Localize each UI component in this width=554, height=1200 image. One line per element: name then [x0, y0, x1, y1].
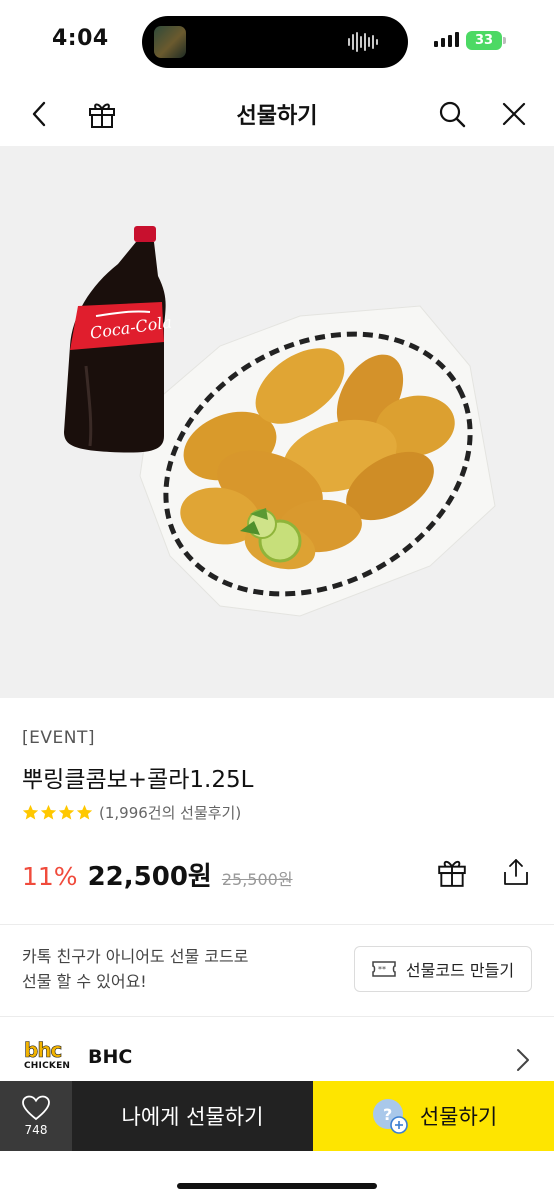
review-count[interactable]: (1,996건의 선물후기)	[99, 802, 241, 823]
status-time: 4:04	[52, 26, 109, 51]
brand-row[interactable]: bhc CHICKEN BHC	[0, 1028, 554, 1080]
gift-icon	[438, 860, 466, 887]
cola-bottle: Coca-Cola	[64, 226, 173, 453]
search-icon	[439, 101, 466, 128]
star-icon	[58, 804, 75, 820]
divider	[0, 1016, 554, 1017]
rating-stars	[22, 804, 93, 821]
gift-to-myself-button[interactable]: 나에게 선물하기	[72, 1081, 313, 1151]
battery-tip	[503, 37, 506, 44]
brand-name: BHC	[88, 1046, 133, 1068]
product-photo-illustration: Coca-Cola	[64, 226, 496, 617]
svg-text:?: ?	[383, 1105, 392, 1124]
cellular-signal-icon	[434, 32, 459, 47]
share-icon	[504, 859, 528, 885]
now-playing-thumbnail	[154, 26, 186, 58]
bottom-action-bar: 748 나에게 선물하기 ? 선물하기	[0, 1081, 554, 1151]
ticket-icon: **	[372, 961, 396, 977]
page-title: 선물하기	[236, 104, 318, 129]
divider	[0, 924, 554, 925]
top-navigation: 선물하기	[0, 84, 554, 146]
gift-code-description-line1: 카톡 친구가 아니어도 선물 코드로	[22, 947, 249, 966]
star-icon	[76, 804, 93, 820]
battery-icon: 33	[466, 31, 502, 50]
product-name: 뿌링클콤보+콜라1.25L	[22, 767, 254, 793]
send-gift-label: 선물하기	[419, 1105, 498, 1129]
original-price: 25,500원	[221, 870, 293, 889]
sale-price: 22,500원	[87, 862, 212, 892]
event-tag: [EVENT]	[22, 728, 95, 748]
gift-code-description-line2: 선물 할 수 있어요!	[22, 972, 147, 991]
brand-logo: bhc CHICKEN	[24, 1038, 71, 1076]
wishlist-gift-button[interactable]	[434, 854, 470, 890]
discount-rate: 11%	[22, 862, 78, 891]
dynamic-island	[142, 16, 408, 68]
home-indicator-area	[0, 1151, 554, 1200]
audio-wave-icon	[348, 31, 378, 53]
like-button[interactable]: 748	[0, 1081, 72, 1151]
star-icon	[40, 804, 57, 820]
product-image: Coca-Cola	[0, 146, 554, 698]
heart-icon	[22, 1095, 50, 1121]
like-count: 748	[24, 1123, 48, 1137]
send-gift-button[interactable]: ? 선물하기	[313, 1081, 554, 1151]
price-row: 11% 22,500원 25,500원	[22, 856, 293, 893]
create-gift-code-label: 선물코드 만들기	[405, 961, 515, 980]
add-friend-gift-icon: ?	[372, 1099, 408, 1134]
star-icon	[22, 804, 39, 820]
close-icon	[502, 102, 526, 126]
brand-logo-top: bhc	[24, 1038, 63, 1062]
rating-row[interactable]: (1,996건의 선물후기)	[22, 802, 241, 823]
brand-logo-bottom: CHICKEN	[24, 1061, 71, 1071]
status-bar: 4:04 33	[0, 0, 554, 84]
gift-to-myself-label: 나에게 선물하기	[121, 1105, 264, 1129]
gift-code-description: 카톡 친구가 아니어도 선물 코드로 선물 할 수 있어요!	[22, 944, 322, 994]
create-gift-code-button[interactable]: ** 선물코드 만들기	[354, 946, 532, 992]
svg-text:**: **	[378, 965, 386, 974]
chevron-right-icon	[517, 1049, 529, 1071]
close-button[interactable]	[496, 96, 532, 132]
search-button[interactable]	[434, 96, 470, 132]
share-button[interactable]	[498, 854, 534, 890]
home-indicator[interactable]	[177, 1183, 377, 1189]
